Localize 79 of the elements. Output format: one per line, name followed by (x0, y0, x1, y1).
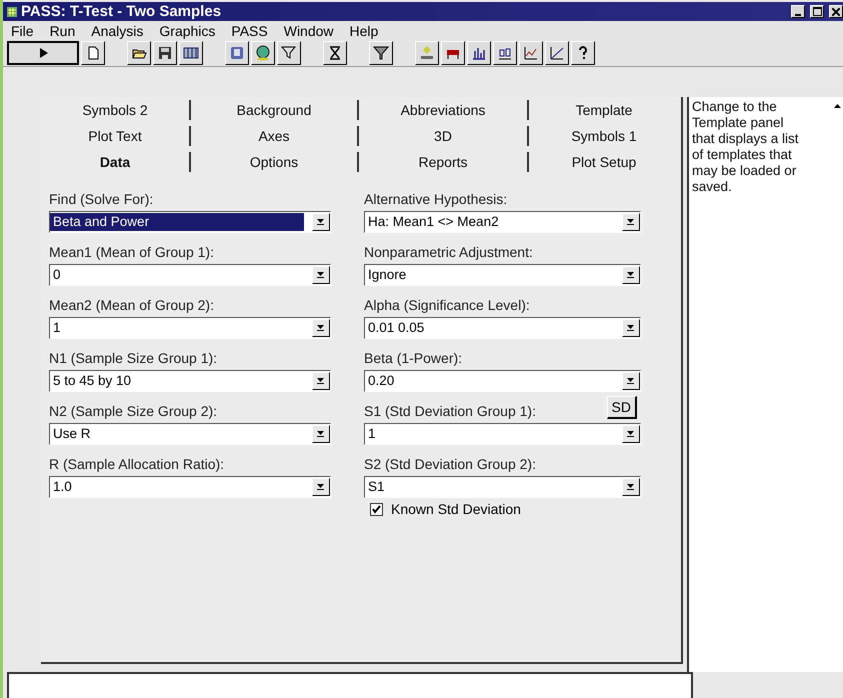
app-icon (7, 6, 17, 16)
dropdown-arrow-icon[interactable] (317, 378, 325, 384)
dropdown-field[interactable]: Use R (49, 423, 331, 445)
minimize-icon (795, 14, 801, 16)
dropdown-arrow-icon[interactable] (317, 431, 325, 437)
close-button[interactable] (829, 5, 843, 18)
input-field[interactable] (7, 672, 693, 698)
dropdown-arrow-icon[interactable] (317, 219, 325, 225)
close-icon (832, 8, 840, 16)
field-label: R (Sample Allocation Ratio): (49, 456, 224, 472)
minimize-button[interactable] (791, 5, 805, 18)
field-label: S1 (Std Deviation Group 1): (364, 403, 536, 419)
tab[interactable]: 3D (359, 126, 529, 146)
dropdown-arrow-icon[interactable] (627, 219, 635, 225)
tab[interactable]: Background (191, 100, 359, 120)
tab[interactable]: Plot Text (41, 126, 191, 146)
field-label: Find (Solve For): (49, 191, 154, 207)
field-label: S2 (Std Deviation Group 2): (364, 456, 536, 472)
tab[interactable]: Abbreviations (359, 100, 529, 120)
dropdown-arrow-icon[interactable] (317, 325, 325, 331)
save-icon (157, 45, 173, 61)
globe-icon (255, 45, 271, 61)
help-text: Change to the Template panel that displays a list of templates that may be loaded or saved. (691, 98, 800, 196)
dropdown-arrow-icon[interactable] (627, 378, 635, 384)
tab[interactable]: Plot Setup (529, 152, 679, 172)
menu-item[interactable]: Analysis (83, 22, 152, 38)
tab[interactable]: Axes (191, 126, 359, 146)
spreadsheet-icon (183, 45, 199, 61)
field-label: N2 (Sample Size Group 2): (49, 403, 218, 419)
dropdown-field[interactable]: 0.01 0.05 (364, 317, 641, 339)
checkbox-label: Known Std Deviation (391, 501, 521, 517)
tab[interactable]: Template (529, 100, 679, 120)
scatter-plot-icon (549, 45, 565, 61)
menu-item[interactable]: Graphics (151, 22, 224, 38)
menu-item[interactable]: File (3, 22, 42, 38)
bar-chart-icon (471, 45, 487, 61)
scroll-up-icon[interactable] (832, 103, 842, 109)
dropdown-field[interactable]: 1 (364, 423, 641, 445)
dropdown-field[interactable]: 1.0 (49, 476, 331, 498)
tab[interactable]: Symbols 1 (529, 126, 679, 146)
dropdown-arrow-icon[interactable] (627, 272, 635, 278)
tab[interactable]: Reports (359, 152, 529, 172)
menu-item[interactable]: PASS (223, 22, 276, 38)
field-label: Alternative Hypothesis: (364, 191, 508, 207)
dropdown-field[interactable]: 1 (49, 317, 331, 339)
dropdown-arrow-icon[interactable] (627, 484, 635, 490)
field-label: N1 (Sample Size Group 1): (49, 350, 218, 366)
sd-button[interactable]: SD (606, 396, 637, 419)
dropdown-field[interactable]: Beta and Power (49, 211, 331, 233)
checkbox[interactable] (370, 502, 383, 516)
maximize-button[interactable] (810, 5, 824, 18)
dropdown-arrow-icon[interactable] (627, 325, 635, 331)
tab[interactable]: Symbols 2 (41, 100, 191, 120)
dropdown-field[interactable]: 0.20 (364, 370, 641, 392)
funnel-chart-icon (373, 45, 389, 61)
dropdown-field[interactable]: S1 (364, 476, 641, 498)
toolbar-button[interactable] (7, 41, 79, 65)
dropdown-field[interactable]: Ignore (364, 264, 641, 286)
dropdown-arrow-icon[interactable] (317, 484, 325, 490)
dropdown-arrow-icon[interactable] (627, 431, 635, 437)
filter-icon (281, 45, 297, 61)
field-label: Alpha (Significance Level): (364, 297, 530, 313)
dropdown-field[interactable]: 5 to 45 by 10 (49, 370, 331, 392)
field-label: Beta (1-Power): (364, 350, 462, 366)
dropdown-field[interactable]: 0 (49, 264, 331, 286)
dropdown-arrow-icon[interactable] (317, 272, 325, 278)
field-label: Nonparametric Adjustment: (364, 244, 533, 260)
tab[interactable]: Data (41, 152, 191, 172)
tab[interactable]: Options (191, 152, 359, 172)
line-chart-icon (523, 45, 539, 61)
maximize-icon (812, 7, 822, 16)
menu-item[interactable]: Help (342, 22, 386, 38)
menu-item[interactable]: Window (276, 22, 342, 38)
diamond-icon (419, 45, 435, 61)
field-label: Mean2 (Mean of Group 2): (49, 297, 214, 313)
field-label: Mean1 (Mean of Group 1): (49, 244, 214, 260)
window-title: PASS: T-Test - Two Samples (21, 3, 222, 20)
dropdown-field[interactable]: Ha: Mean1 <> Mean2 (364, 211, 641, 233)
menu-item[interactable]: Run (42, 22, 84, 38)
